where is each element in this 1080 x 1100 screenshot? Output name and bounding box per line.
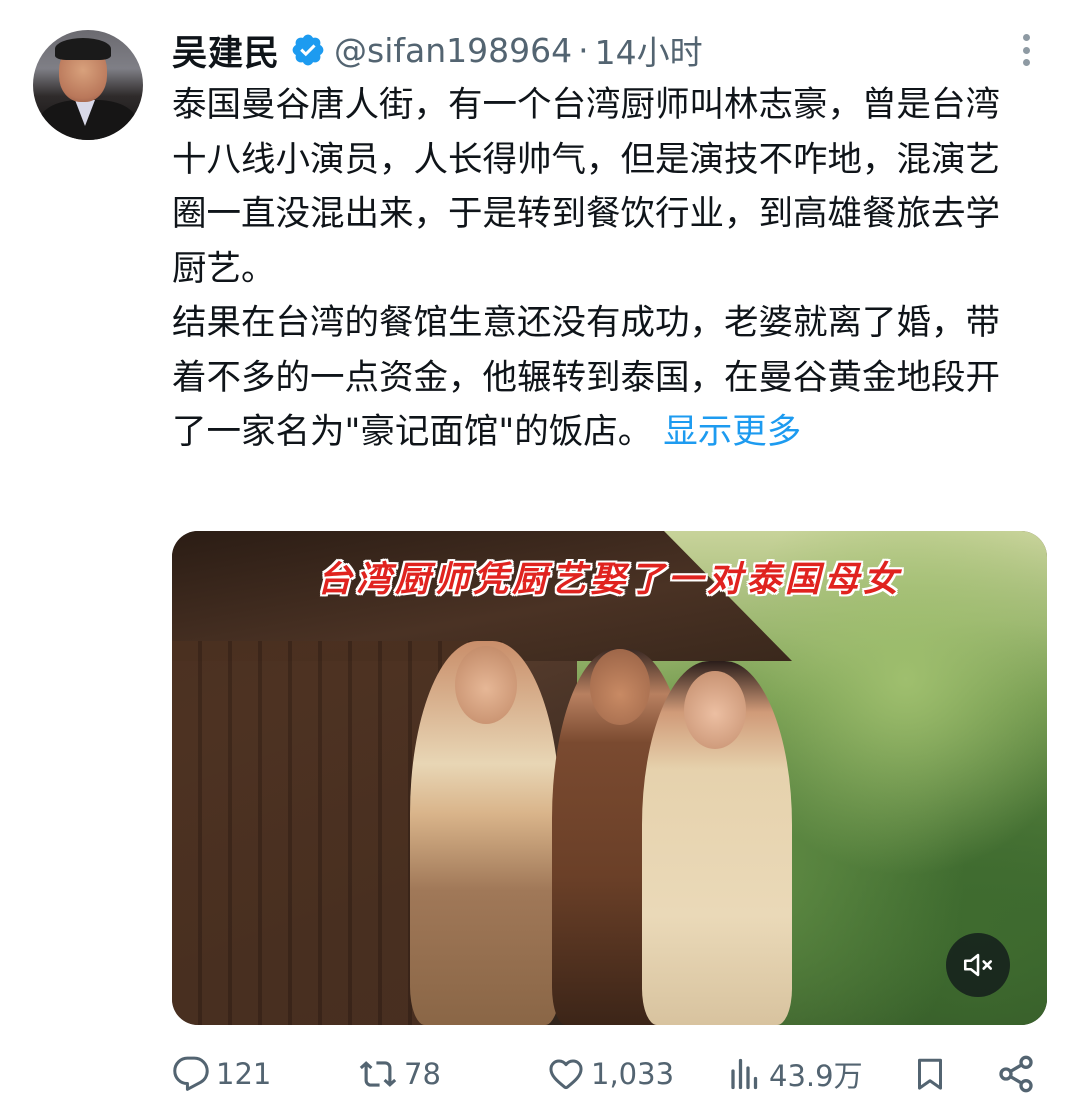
separator-dot: ·	[578, 30, 589, 70]
timestamp[interactable]: 14小时	[595, 26, 703, 74]
media-figure-right-head	[684, 671, 746, 749]
speaker-muted-icon[interactable]	[946, 933, 1010, 997]
like-button[interactable]: 1,033	[547, 1048, 674, 1100]
bookmark-icon	[912, 1054, 948, 1094]
action-bar: 121 78 1,033 43.9万	[172, 1048, 1034, 1100]
tweet-paragraph-2: 结果在台湾的餐馆生意还没有成功，老婆就离了婚，带着不多的一点资金，他辗转到泰国，…	[172, 296, 1034, 460]
retweet-icon	[358, 1055, 398, 1093]
reply-count: 121	[216, 1057, 272, 1091]
more-dot	[1022, 59, 1030, 66]
tweet-paragraph-1: 泰国曼谷唐人街，有一个台湾厨师叫林志豪，曾是台湾十八线小演员，人长得帅气，但是演…	[172, 85, 1000, 289]
bar-chart-icon	[727, 1055, 763, 1093]
retweet-count: 78	[404, 1057, 441, 1091]
like-count: 1,033	[591, 1057, 675, 1091]
media-figure-left-head	[455, 646, 517, 724]
verified-badge-icon	[290, 32, 326, 68]
tweet-paragraph-2-text: 结果在台湾的餐馆生意还没有成功，老婆就离了婚，带着不多的一点资金，他辗转到泰国，…	[172, 303, 1000, 452]
more-dot	[1022, 46, 1030, 54]
retweet-button[interactable]: 78	[358, 1048, 441, 1100]
tweet-card[interactable]: 吴建民 @sifan198964 · 14小时 泰国曼谷唐人街，有一个台湾厨师叫…	[0, 0, 1080, 1100]
more-vertical-icon[interactable]	[1012, 30, 1040, 70]
show-more-link[interactable]: 显示更多	[663, 412, 801, 452]
heart-icon	[547, 1055, 585, 1093]
avatar-hair-shape	[55, 38, 111, 60]
views-button[interactable]: 43.9万	[727, 1048, 863, 1100]
media-figure-center-head	[590, 649, 650, 725]
avatar[interactable]	[33, 30, 143, 140]
display-name[interactable]: 吴建民	[172, 25, 280, 76]
share-button[interactable]	[996, 1048, 1036, 1100]
comment-bubble-icon	[172, 1055, 210, 1093]
handle[interactable]: @sifan198964	[334, 31, 572, 70]
tweet-text: 泰国曼谷唐人街，有一个台湾厨师叫林志豪，曾是台湾十八线小演员，人长得帅气，但是演…	[172, 78, 1034, 460]
share-icon	[996, 1054, 1036, 1094]
media-caption: 台湾厨师凭厨艺娶了一对泰国母女	[316, 559, 902, 600]
more-dot	[1022, 34, 1030, 41]
reply-button[interactable]: 121	[172, 1048, 271, 1100]
bookmark-button[interactable]	[912, 1048, 948, 1100]
view-count: 43.9万	[769, 1059, 863, 1093]
tweet-header: 吴建民 @sifan198964 · 14小时	[172, 24, 703, 76]
media-video[interactable]: 台湾厨师凭厨艺娶了一对泰国母女	[172, 531, 1047, 1025]
handle-and-time: @sifan198964 · 14小时	[334, 26, 703, 74]
